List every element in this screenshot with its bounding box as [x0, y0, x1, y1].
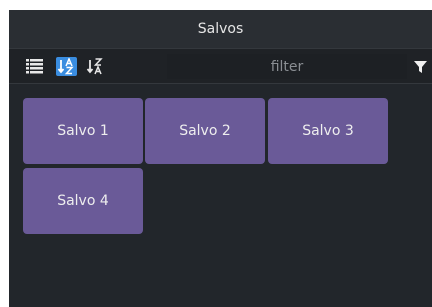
salvo-label: Salvo 3	[302, 123, 354, 139]
salvo-label: Salvo 2	[179, 123, 231, 139]
sort-z-a-button[interactable]	[85, 57, 106, 76]
salvo-button[interactable]: Salvo 3	[268, 98, 388, 164]
salvo-button[interactable]: Salvo 4	[23, 168, 143, 234]
toolbar	[9, 48, 432, 84]
salvo-button[interactable]: Salvo 2	[145, 98, 265, 164]
salvos-panel: Salvos filter Salvo 1 Salvo 2 Salvo 3 Sa…	[9, 10, 432, 307]
panel-title: Salvos	[197, 21, 244, 37]
salvo-grid: Salvo 1 Salvo 2 Salvo 3 Salvo 4	[9, 84, 432, 307]
sort-a-z-button[interactable]	[56, 57, 77, 76]
filter-input[interactable]	[167, 54, 407, 79]
funnel-icon[interactable]	[414, 61, 427, 74]
salvo-button[interactable]: Salvo 1	[23, 98, 143, 164]
sort-a-z-icon	[57, 58, 74, 75]
list-view-button[interactable]	[24, 57, 45, 76]
sort-z-a-icon	[86, 58, 103, 75]
panel-title-bar: Salvos	[9, 10, 432, 48]
salvo-label: Salvo 1	[57, 123, 109, 139]
salvo-label: Salvo 4	[57, 193, 109, 209]
list-view-icon	[26, 59, 43, 74]
